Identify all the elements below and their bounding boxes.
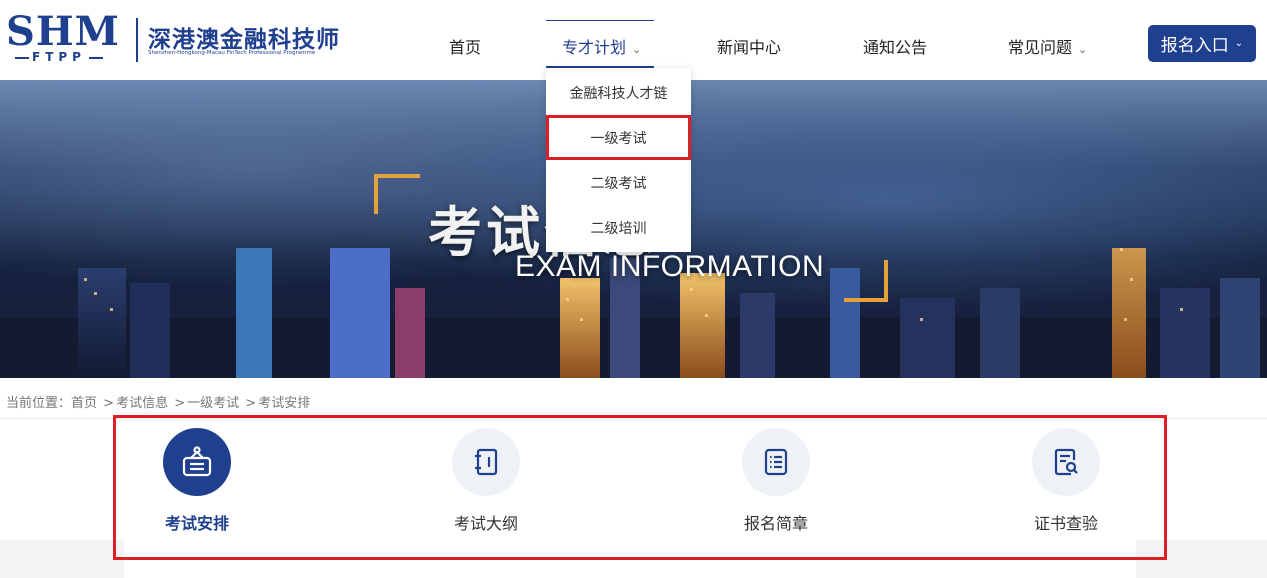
breadcrumb-prefix: 当前位置： [6,396,72,411]
chevron-down-icon: ⌄ [1078,43,1088,56]
nav-talent-program-label: 专才计划 [562,38,627,57]
nav-active-topline [546,20,654,21]
dropdown-item-level-2-training[interactable]: 二级培训 [546,205,691,250]
nav-news-label: 新闻中心 [717,38,782,57]
talent-program-dropdown: 金融科技人才链 一级考试 二级考试 二级培训 [546,68,691,252]
dropdown-item-label: 二级考试 [590,175,647,192]
decor-bracket-left [374,174,420,214]
logo-sub: FTPP [12,50,106,64]
logo-title-en: Shenzhen-Hongkong-Macau FinTech Professi… [148,50,316,56]
banner-title-en: EXAM INFORMATION [515,250,825,283]
chevron-down-icon: ⌄ [632,43,642,56]
chevron-down-icon: ⌄ [1234,38,1244,49]
breadcrumb: 当前位置：首页 > 考试信息 > 一级考试 > 考试安排 [6,392,310,411]
nav-faq[interactable]: 常见问题 ⌄ [1008,34,1087,58]
tabs-highlight-box [113,415,1167,560]
logo-divider [136,18,138,62]
breadcrumb-exam-schedule[interactable]: 考试安排 [258,396,310,411]
nav-home[interactable]: 首页 [449,34,481,58]
nav-faq-label: 常见问题 [1008,38,1073,57]
decor-bracket-right [844,260,888,302]
breadcrumb-home[interactable]: 首页 [71,396,97,411]
dropdown-item-label: 金融科技人才链 [569,85,668,102]
logo-mark: SHM [6,8,120,55]
logo-title-cn: 深港澳金融科技师 [148,27,340,53]
apply-entry-label: 报名入口 [1160,36,1229,56]
breadcrumb-exam-info[interactable]: 考试信息 [116,396,168,411]
nav-talent-program[interactable]: 专才计划 ⌄ [562,34,641,58]
nav-home-label: 首页 [449,38,482,57]
site-logo[interactable]: SHM FTPP 深港澳金融科技师 Shenzhen-Hongkong-Maca… [6,10,351,70]
breadcrumb-level-1-exam[interactable]: 一级考试 [187,396,239,411]
dropdown-item-fintech-talent-chain[interactable]: 金融科技人才链 [546,70,691,115]
dropdown-highlight-box [546,115,691,160]
nav-notices[interactable]: 通知公告 [863,34,927,58]
breadcrumb-separator: > [174,396,186,411]
dropdown-item-label: 二级培训 [590,220,647,237]
dropdown-item-level-2-exam[interactable]: 二级考试 [546,160,691,205]
apply-entry-button[interactable]: 报名入口 ⌄ [1148,25,1256,62]
nav-notices-label: 通知公告 [863,38,928,57]
breadcrumb-separator: > [103,396,115,411]
nav-news[interactable]: 新闻中心 [717,34,781,58]
breadcrumb-separator: > [245,396,257,411]
